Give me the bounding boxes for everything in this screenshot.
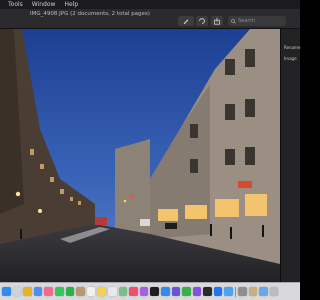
share-button[interactable] (211, 16, 223, 26)
music-icon[interactable] (129, 287, 138, 296)
photos-icon[interactable] (44, 287, 53, 296)
calendar-icon[interactable] (86, 287, 96, 296)
maps-icon[interactable] (118, 287, 128, 296)
dock (0, 282, 300, 300)
dropbox-icon[interactable] (213, 287, 223, 296)
reminders-icon[interactable] (107, 287, 117, 296)
street-photo (0, 29, 280, 282)
markup-button[interactable] (178, 16, 194, 26)
pen-icon (183, 19, 189, 25)
chat-icon[interactable] (192, 287, 202, 296)
mail-icon[interactable] (33, 287, 43, 296)
menu-window[interactable]: Window (32, 0, 56, 9)
tv-icon[interactable] (150, 287, 159, 296)
inspector-sidebar: Rename Image (280, 29, 300, 282)
launchpad-icon[interactable] (12, 287, 22, 296)
search-icon (231, 18, 236, 24)
contacts-icon[interactable] (76, 287, 85, 296)
evernote-icon[interactable] (182, 287, 191, 296)
search-field[interactable]: Search (228, 16, 286, 26)
terminal-icon[interactable] (203, 287, 212, 296)
facetime-icon[interactable] (65, 287, 75, 296)
notes-icon[interactable] (97, 287, 106, 296)
dock-separator (235, 286, 237, 297)
podcasts-icon[interactable] (139, 287, 149, 296)
imovie-icon[interactable] (171, 287, 181, 296)
messages-icon[interactable] (54, 287, 64, 296)
window-toolbar: IMG_4908.JPG (2 documents, 2 total pages… (0, 9, 300, 29)
menu-help[interactable]: Help (64, 0, 78, 9)
search-placeholder: Search (238, 18, 256, 24)
sidebar-item-image[interactable]: Image (284, 56, 297, 61)
menu-bar: Tools Window Help (0, 0, 300, 9)
trash-icon[interactable] (269, 287, 279, 296)
menu-tools[interactable]: Tools (8, 0, 23, 9)
preview-icon[interactable] (248, 287, 258, 296)
settings-icon[interactable] (238, 287, 247, 296)
rotate-button[interactable] (196, 16, 208, 26)
app-store-icon[interactable] (160, 287, 170, 296)
chrome-icon[interactable] (23, 287, 32, 296)
rotate-icon (199, 18, 205, 24)
share-icon (214, 17, 220, 25)
finder-icon[interactable] (2, 287, 11, 296)
photo-view[interactable] (0, 29, 280, 282)
folder-icon[interactable] (259, 287, 268, 296)
safari-icon[interactable] (224, 287, 234, 296)
window-title: IMG_4908.JPG (2 documents, 2 total pages… (30, 11, 150, 17)
sidebar-item-rename[interactable]: Rename (284, 45, 300, 50)
